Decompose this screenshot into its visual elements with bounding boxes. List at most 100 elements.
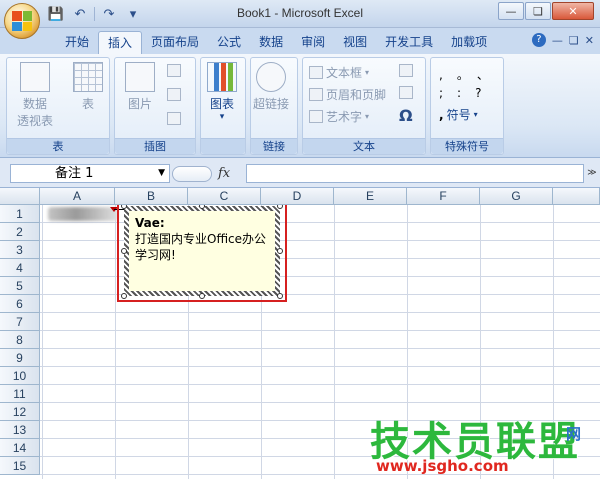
- object-button[interactable]: [399, 86, 413, 99]
- column-header-a[interactable]: A: [40, 188, 115, 205]
- formula-expand-icon[interactable]: ≫: [586, 164, 598, 183]
- blurred-cell-a1: [48, 207, 118, 221]
- watermark: 技术员联盟 网 www.jsgho.com: [370, 409, 600, 479]
- hyperlink-button[interactable]: 超链接: [253, 62, 289, 112]
- group-links: 超链接 链接: [250, 57, 298, 155]
- resize-handle-bl[interactable]: [121, 293, 127, 299]
- title-bar: 💾 ↶ ↷ ▾ Book1 - Microsoft Excel — ❏ ✕: [0, 0, 600, 28]
- shapes-button[interactable]: [167, 88, 181, 101]
- tab-7[interactable]: 开发工具: [376, 31, 442, 54]
- signature-icon: [399, 64, 413, 77]
- row-header-10[interactable]: 10: [0, 367, 40, 385]
- comment-box[interactable]: Vae: 打造国内专业Office办公学习网!: [124, 206, 280, 296]
- textbox-dropdown-icon: ▾: [365, 68, 370, 77]
- row-header-13[interactable]: 13: [0, 421, 40, 439]
- close-button[interactable]: ✕: [552, 2, 594, 20]
- smartart-button[interactable]: [167, 112, 181, 125]
- column-header-d[interactable]: D: [261, 188, 334, 205]
- group-text-label: 文本: [303, 138, 425, 154]
- group-illustrations: 图片 插图: [114, 57, 196, 155]
- textbox-button[interactable]: 文本框 ▾: [309, 64, 369, 81]
- column-header-g[interactable]: G: [480, 188, 553, 205]
- comment-author: Vae:: [135, 216, 165, 230]
- ribbon-minimize-icon[interactable]: —: [552, 34, 563, 47]
- row-header-15[interactable]: 15: [0, 457, 40, 475]
- clipart-button[interactable]: [167, 64, 181, 77]
- help-icon[interactable]: ?: [531, 33, 546, 47]
- ribbon-close-icon[interactable]: ✕: [585, 34, 594, 47]
- row-header-1[interactable]: 1: [0, 205, 40, 223]
- tab-5[interactable]: 审阅: [292, 31, 334, 54]
- column-header-b[interactable]: B: [115, 188, 188, 205]
- tab-8[interactable]: 加载项: [442, 31, 496, 54]
- ribbon-restore-icon[interactable]: ❏: [569, 34, 579, 47]
- chart-button[interactable]: 图表 ▾: [207, 62, 237, 122]
- shapes-icon: [167, 88, 181, 101]
- resize-handle-ml[interactable]: [121, 248, 127, 254]
- ribbon-body: 数据 透视表 表 表 图片 插图 图表 ▾ 超链接 链接 文本框 ▾ 页眉和页脚…: [0, 54, 600, 158]
- row-header-5[interactable]: 5: [0, 277, 40, 295]
- tab-4[interactable]: 数据: [250, 31, 292, 54]
- tab-1[interactable]: 插入: [98, 31, 143, 54]
- formula-input[interactable]: [246, 164, 584, 183]
- watermark-url: www.jsgho.com: [376, 457, 509, 475]
- wordart-button[interactable]: 艺术字 ▾: [309, 108, 369, 125]
- restore-button[interactable]: ❏: [525, 2, 551, 20]
- punctuation-row-1[interactable]: ,。、: [439, 66, 503, 83]
- punctuation-row-2[interactable]: ;:?: [439, 86, 495, 100]
- column-header-f[interactable]: F: [407, 188, 480, 205]
- row-header-4[interactable]: 4: [0, 259, 40, 277]
- tab-3[interactable]: 公式: [208, 31, 250, 54]
- select-all-corner[interactable]: [0, 188, 40, 205]
- tab-2[interactable]: 页面布局: [142, 31, 208, 54]
- name-box[interactable]: 备注 1 ▼: [10, 164, 170, 183]
- wordart-label: 艺术字: [326, 110, 363, 124]
- office-logo-icon: [12, 11, 32, 31]
- column-header-c[interactable]: C: [188, 188, 261, 205]
- row-header-11[interactable]: 11: [0, 385, 40, 403]
- omega-icon[interactable]: Ω: [399, 106, 413, 125]
- name-box-value: 备注 1: [55, 166, 94, 181]
- header-footer-button[interactable]: 页眉和页脚: [309, 86, 386, 103]
- header-footer-label: 页眉和页脚: [326, 88, 387, 102]
- group-tables: 数据 透视表 表 表: [6, 57, 110, 155]
- minimize-button[interactable]: —: [498, 2, 524, 20]
- group-charts: 图表 ▾: [200, 57, 246, 155]
- row-header-6[interactable]: 6: [0, 295, 40, 313]
- column-header-e[interactable]: E: [334, 188, 407, 205]
- name-box-dropdown-icon[interactable]: ▼: [158, 165, 165, 182]
- table-label: 表: [81, 97, 94, 111]
- row-header-7[interactable]: 7: [0, 313, 40, 331]
- table-button[interactable]: 表: [73, 62, 103, 112]
- row-header-3[interactable]: 3: [0, 241, 40, 259]
- row-header-8[interactable]: 8: [0, 331, 40, 349]
- column-header-filler: [553, 188, 600, 205]
- fx-area: fx: [172, 164, 244, 183]
- row-header-2[interactable]: 2: [0, 223, 40, 241]
- symbol-dropdown-icon: ▾: [473, 110, 478, 119]
- resize-handle-mr[interactable]: [277, 248, 283, 254]
- office-button[interactable]: [4, 3, 40, 39]
- signature-button[interactable]: [399, 64, 413, 77]
- group-text: 文本框 ▾ 页眉和页脚 艺术字 ▾ Ω 文本: [302, 57, 426, 155]
- row-header-14[interactable]: 14: [0, 439, 40, 457]
- symbol-button[interactable]: , 符号 ▾: [439, 106, 478, 123]
- tab-0[interactable]: 开始: [56, 31, 98, 54]
- pivot-table-button[interactable]: 数据 透视表: [17, 62, 53, 129]
- symbol-label: 符号: [446, 108, 471, 122]
- group-tables-label: 表: [7, 138, 109, 154]
- chart-icon: [207, 62, 237, 92]
- picture-button[interactable]: 图片: [125, 62, 155, 112]
- fx-icon[interactable]: fx: [218, 166, 230, 181]
- globe-icon: [256, 62, 286, 92]
- row-header-12[interactable]: 12: [0, 403, 40, 421]
- formula-controls[interactable]: [172, 165, 212, 182]
- window-controls: — ❏ ✕: [498, 2, 594, 20]
- resize-handle-br[interactable]: [277, 293, 283, 299]
- picture-icon: [125, 62, 155, 92]
- tab-6[interactable]: 视图: [334, 31, 376, 54]
- row-header-9[interactable]: 9: [0, 349, 40, 367]
- table-icon: [73, 62, 103, 92]
- resize-handle-bc[interactable]: [199, 293, 205, 299]
- ribbon-right-controls: ? — ❏ ✕: [531, 33, 594, 47]
